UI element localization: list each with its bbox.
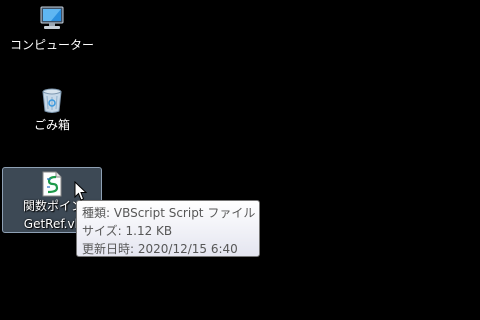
desktop[interactable]: コンピューター ごみ箱 関数ポイン GetRef.vb 種類: VBScript… xyxy=(0,0,480,320)
tooltip-modified-date: 更新日時: 2020/12/15 6:40 xyxy=(82,242,238,256)
desktop-icon-label: ごみ箱 xyxy=(33,118,70,132)
desktop-icon-recycle-bin[interactable]: ごみ箱 xyxy=(2,86,102,142)
tooltip-size: サイズ: 1.12 KB xyxy=(82,224,173,238)
computer-icon xyxy=(38,6,66,37)
tooltip-type: 種類: VBScript Script ファイル xyxy=(82,206,256,220)
desktop-icon-computer[interactable]: コンピューター xyxy=(2,4,102,60)
mouse-cursor-icon xyxy=(74,180,88,206)
recycle-bin-icon xyxy=(41,88,63,119)
file-info-tooltip: 種類: VBScript Script ファイル サイズ: 1.12 KB 更新… xyxy=(76,200,260,257)
desktop-icon-label: コンピューター xyxy=(9,38,94,52)
